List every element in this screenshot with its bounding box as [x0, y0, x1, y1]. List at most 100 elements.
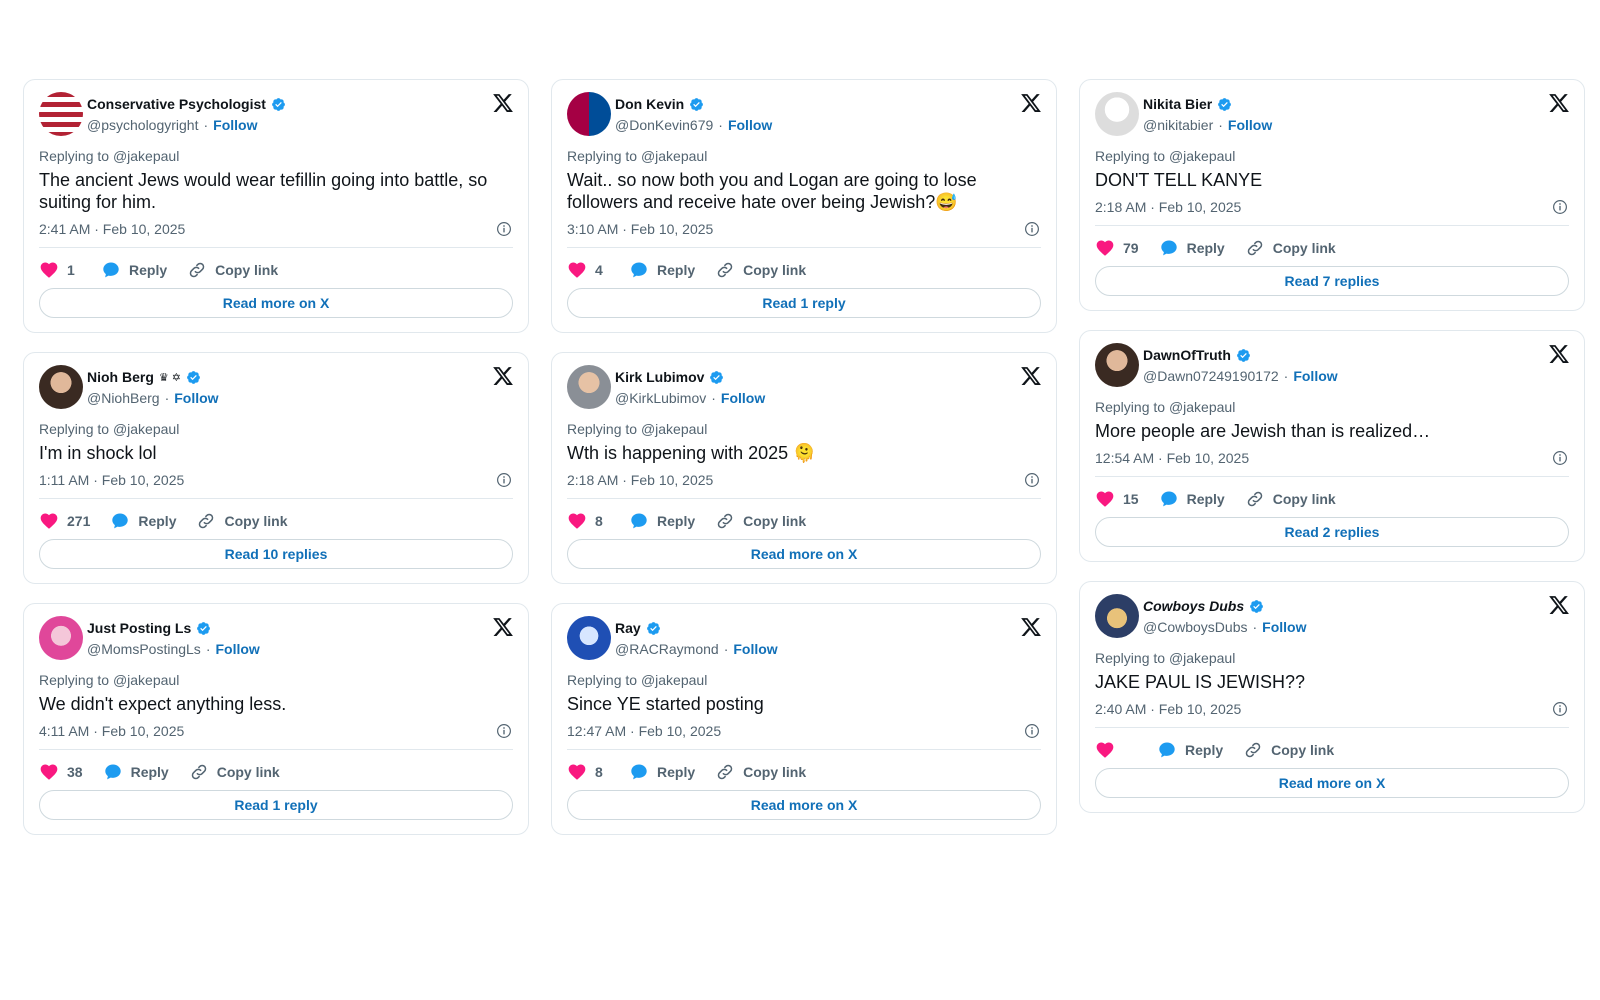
- author-handle[interactable]: @Dawn07249190172: [1143, 368, 1279, 384]
- author-name[interactable]: Ray: [615, 620, 641, 636]
- man-portrait-avatar[interactable]: [567, 365, 611, 409]
- read-more-button[interactable]: Read more on X: [567, 539, 1041, 569]
- read-more-button[interactable]: Read more on X: [39, 288, 513, 318]
- reply-button[interactable]: Reply: [110, 511, 176, 531]
- x-logo-icon[interactable]: [1020, 365, 1042, 387]
- tweet-timestamp[interactable]: 12:54 AM · Feb 10, 2025: [1095, 450, 1249, 466]
- read-more-button[interactable]: Read 1 reply: [567, 288, 1041, 318]
- reply-button[interactable]: Reply: [101, 260, 167, 280]
- author-handle[interactable]: @nikitabier: [1143, 117, 1213, 133]
- replying-to-handle[interactable]: @jakepaul: [113, 672, 179, 688]
- x-logo-icon[interactable]: [492, 616, 514, 638]
- sketch-portrait-avatar[interactable]: [1095, 92, 1139, 136]
- author-name[interactable]: Nioh Berg: [87, 369, 154, 385]
- read-more-button[interactable]: Read 7 replies: [1095, 266, 1569, 296]
- replying-to-handle[interactable]: @jakepaul: [641, 421, 707, 437]
- author-handle[interactable]: @KirkLubimov: [615, 390, 706, 406]
- pink-cartoon-avatar[interactable]: [39, 616, 83, 660]
- like-button[interactable]: 1: [39, 260, 81, 280]
- author-name[interactable]: Just Posting Ls: [87, 620, 191, 636]
- x-logo-icon[interactable]: [492, 365, 514, 387]
- woman-portrait-avatar[interactable]: [39, 365, 83, 409]
- author-handle[interactable]: @psychologyright: [87, 117, 199, 133]
- copy-link-button[interactable]: Copy link: [1245, 238, 1336, 258]
- info-icon[interactable]: [1023, 220, 1041, 238]
- author-name[interactable]: Nikita Bier: [1143, 96, 1212, 112]
- x-logo-icon[interactable]: [1020, 616, 1042, 638]
- replying-to-handle[interactable]: @jakepaul: [1169, 650, 1235, 666]
- reply-button[interactable]: Reply: [103, 762, 169, 782]
- read-more-button[interactable]: Read more on X: [567, 790, 1041, 820]
- like-button[interactable]: 8: [567, 762, 609, 782]
- like-button[interactable]: 15: [1095, 489, 1139, 509]
- copy-link-button[interactable]: Copy link: [189, 762, 280, 782]
- follow-link[interactable]: Follow: [213, 117, 257, 133]
- author-name[interactable]: DawnOfTruth: [1143, 347, 1231, 363]
- info-icon[interactable]: [1551, 198, 1569, 216]
- info-icon[interactable]: [1023, 471, 1041, 489]
- blue-cartoon-avatar[interactable]: [567, 616, 611, 660]
- author-handle[interactable]: @MomsPostingLs: [87, 641, 201, 657]
- tweet-timestamp[interactable]: 4:11 AM · Feb 10, 2025: [39, 723, 184, 739]
- copy-link-button[interactable]: Copy link: [187, 260, 278, 280]
- replying-to-handle[interactable]: @jakepaul: [1169, 148, 1235, 164]
- follow-link[interactable]: Follow: [215, 641, 259, 657]
- read-more-button[interactable]: Read 1 reply: [39, 790, 513, 820]
- us-flag-avatar[interactable]: [39, 92, 83, 136]
- info-icon[interactable]: [1551, 449, 1569, 467]
- author-handle[interactable]: @RACRaymond: [615, 641, 719, 657]
- x-logo-icon[interactable]: [1548, 92, 1570, 114]
- like-button[interactable]: 4: [567, 260, 609, 280]
- follow-link[interactable]: Follow: [1228, 117, 1272, 133]
- replying-to-handle[interactable]: @jakepaul: [113, 148, 179, 164]
- read-more-button[interactable]: Read 2 replies: [1095, 517, 1569, 547]
- follow-link[interactable]: Follow: [174, 390, 218, 406]
- tweet-timestamp[interactable]: 2:18 AM · Feb 10, 2025: [567, 472, 713, 488]
- author-name[interactable]: Conservative Psychologist: [87, 96, 266, 112]
- copy-link-button[interactable]: Copy link: [196, 511, 288, 531]
- like-button[interactable]: 8: [567, 511, 609, 531]
- tweet-timestamp[interactable]: 2:40 AM · Feb 10, 2025: [1095, 701, 1241, 717]
- info-icon[interactable]: [495, 722, 513, 740]
- read-more-button[interactable]: Read 10 replies: [39, 539, 513, 569]
- follow-link[interactable]: Follow: [721, 390, 765, 406]
- reply-button[interactable]: Reply: [629, 511, 695, 531]
- copy-link-button[interactable]: Copy link: [715, 511, 806, 531]
- copy-link-button[interactable]: Copy link: [715, 762, 806, 782]
- author-name[interactable]: Don Kevin: [615, 96, 684, 112]
- copy-link-button[interactable]: Copy link: [1243, 740, 1334, 760]
- read-more-button[interactable]: Read more on X: [1095, 768, 1569, 798]
- replying-to-handle[interactable]: @jakepaul: [641, 672, 707, 688]
- fc-barcelona-crest-avatar[interactable]: [567, 92, 611, 136]
- tweet-timestamp[interactable]: 3:10 AM · Feb 10, 2025: [567, 221, 713, 237]
- tweet-timestamp[interactable]: 2:18 AM · Feb 10, 2025: [1095, 199, 1241, 215]
- cowboy-cartoon-avatar[interactable]: [1095, 594, 1139, 638]
- like-button[interactable]: 79: [1095, 238, 1139, 258]
- follow-link[interactable]: Follow: [1262, 619, 1306, 635]
- tweet-timestamp[interactable]: 2:41 AM · Feb 10, 2025: [39, 221, 185, 237]
- author-handle[interactable]: @CowboysDubs: [1143, 619, 1247, 635]
- like-button[interactable]: [1095, 740, 1137, 760]
- author-handle[interactable]: @NiohBerg: [87, 390, 160, 406]
- info-icon[interactable]: [495, 220, 513, 238]
- info-icon[interactable]: [495, 471, 513, 489]
- reply-button[interactable]: Reply: [1157, 740, 1223, 760]
- x-logo-icon[interactable]: [492, 92, 514, 114]
- tweet-timestamp[interactable]: 12:47 AM · Feb 10, 2025: [567, 723, 721, 739]
- reply-button[interactable]: Reply: [1159, 489, 1225, 509]
- reply-button[interactable]: Reply: [629, 260, 695, 280]
- like-button[interactable]: 38: [39, 762, 83, 782]
- replying-to-handle[interactable]: @jakepaul: [641, 148, 707, 164]
- author-handle[interactable]: @DonKevin679: [615, 117, 713, 133]
- author-name[interactable]: Kirk Lubimov: [615, 369, 704, 385]
- author-name[interactable]: Cowboys Dubs: [1143, 598, 1244, 614]
- follow-link[interactable]: Follow: [733, 641, 777, 657]
- replying-to-handle[interactable]: @jakepaul: [1169, 399, 1235, 415]
- woman-portrait-avatar[interactable]: [1095, 343, 1139, 387]
- x-logo-icon[interactable]: [1020, 92, 1042, 114]
- replying-to-handle[interactable]: @jakepaul: [113, 421, 179, 437]
- reply-button[interactable]: Reply: [629, 762, 695, 782]
- reply-button[interactable]: Reply: [1159, 238, 1225, 258]
- x-logo-icon[interactable]: [1548, 594, 1570, 616]
- like-button[interactable]: 271: [39, 511, 90, 531]
